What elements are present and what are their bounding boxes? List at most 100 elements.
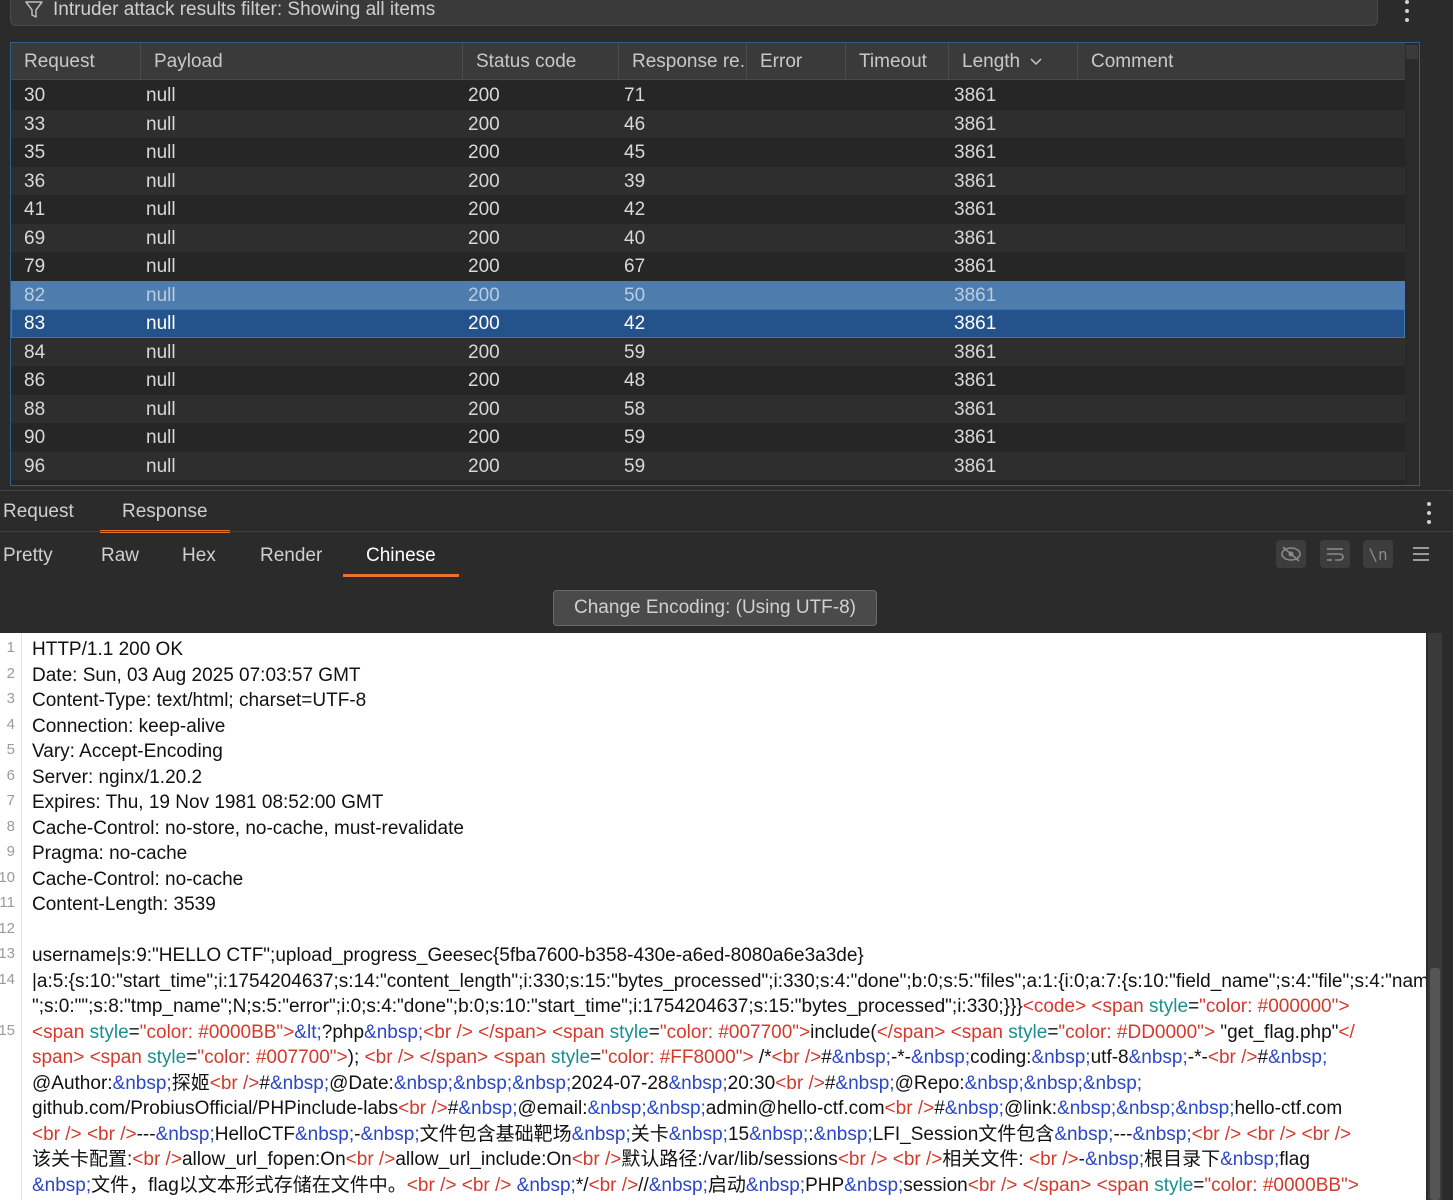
cell-response: 46	[624, 113, 646, 135]
split-divider[interactable]	[0, 490, 1453, 491]
menu-icon[interactable]	[1413, 547, 1429, 561]
cell-length: 3861	[954, 398, 997, 420]
html-attr-token: style	[147, 1047, 187, 1068]
html-attr-token: style	[609, 1021, 649, 1043]
response-editor[interactable]: 1 2 3 4 5 6 7 8 9 10 11 12 13 14 15 HTTP/1.1 200 OK Dat…	[0, 633, 1426, 1200]
table-row[interactable]: 88 null 200 58 3861	[11, 394, 1405, 423]
table-row[interactable]: 69 null 200 40 3861	[11, 223, 1405, 252]
cell-status: 200	[468, 199, 500, 220]
html-tag-token: <span	[1091, 996, 1149, 1017]
wrap-lines-icon[interactable]	[1320, 540, 1350, 568]
html-entity-token: &nbsp;	[32, 1174, 92, 1196]
cell-status: 200	[468, 427, 500, 448]
column-response-received[interactable]: Response re...	[619, 43, 747, 80]
html-value-token: "color: #007700"	[659, 1021, 800, 1043]
column-timeout[interactable]: Timeout	[846, 43, 949, 80]
column-payload[interactable]: Payload	[141, 43, 463, 80]
line-number: 11	[0, 894, 15, 911]
cell-response: 40	[624, 227, 646, 249]
html-entity-token: &nbsp;	[1054, 1123, 1114, 1145]
html-entity-token: &nbsp;	[745, 1174, 806, 1196]
tab-pretty[interactable]: Pretty	[3, 545, 53, 567]
table-row[interactable]: 35 null 200 45 3861	[11, 138, 1405, 167]
html-text-token: utf-8	[1090, 1047, 1129, 1068]
html-tag-token: <span	[89, 1047, 148, 1068]
cell-payload: null	[146, 341, 176, 363]
table-row[interactable]: 83 null 200 42 3861	[11, 309, 1405, 338]
html-tag-token: <br />	[1301, 1123, 1352, 1145]
panel-options-icon[interactable]	[1426, 502, 1432, 524]
hide-non-printable-icon[interactable]	[1276, 540, 1306, 568]
table-row[interactable]: 79 null 200 67 3861	[11, 252, 1405, 281]
table-row[interactable]: 33 null 200 46 3861	[11, 109, 1405, 138]
table-row[interactable]: 90 null 200 59 3861	[11, 423, 1405, 452]
results-table[interactable]: Request Payload Status code Response re.…	[10, 42, 1420, 486]
html-text-token: #	[824, 1072, 836, 1094]
html-text-token: 文件包含基础靶场	[419, 1123, 572, 1145]
column-error[interactable]: Error	[747, 43, 846, 80]
html-tag-token: >	[336, 1047, 348, 1068]
html-entity-token: &nbsp;	[844, 1174, 904, 1196]
html-text-token: //	[638, 1174, 649, 1196]
tab-chinese[interactable]: Chinese	[343, 545, 459, 577]
html-text-token: 启动	[707, 1174, 746, 1196]
html-text-token: /*	[753, 1047, 772, 1068]
table-row[interactable]: 36 null 200 39 3861	[11, 166, 1405, 195]
cell-request: 90	[24, 427, 46, 448]
cell-request: 41	[24, 199, 46, 220]
cell-status: 200	[468, 398, 500, 420]
html-tag-token: <span	[32, 1021, 90, 1043]
html-text-token: @Author:	[32, 1072, 113, 1094]
tab-response[interactable]: Response	[100, 501, 230, 533]
line-number: 1	[6, 639, 15, 656]
column-comment[interactable]: Comment	[1078, 43, 1405, 80]
html-text-token: 15	[727, 1123, 750, 1145]
html-entity-token: &nbsp;	[668, 1072, 728, 1094]
html-tag-token: <br />	[1191, 1123, 1242, 1145]
table-row[interactable]: 84 null 200 59 3861	[11, 337, 1405, 366]
column-length[interactable]: Length	[949, 43, 1078, 80]
tab-render[interactable]: Render	[260, 545, 322, 567]
html-text-token: 该关卡配置:	[32, 1149, 133, 1170]
cell-payload: null	[146, 284, 176, 306]
more-options-icon[interactable]	[1404, 0, 1410, 22]
cell-request: 69	[24, 227, 46, 249]
tab-hex[interactable]: Hex	[182, 545, 216, 567]
html-entity-token: &nbsp;	[571, 1123, 631, 1145]
response-line: Cache-Control: no-store, no-cache, must-…	[32, 817, 464, 839]
table-row[interactable]: 96 null 200 59 3861	[11, 451, 1405, 480]
html-entity-token: &nbsp;	[1132, 1123, 1192, 1145]
funnel-icon	[25, 1, 43, 18]
table-row[interactable]: 86 null 200 48 3861	[11, 366, 1405, 395]
response-line: ";s:0:"";s:8:"tmp_name";N;s:5:"error";i:…	[32, 994, 1349, 1020]
column-request[interactable]: Request	[11, 43, 141, 80]
html-entity-token: &nbsp;	[112, 1072, 172, 1094]
table-body: 30 null 200 71 3861 33 null 200 46 3861 35 null 200 4…	[11, 81, 1405, 480]
html-entity-token: &nbsp;	[648, 1174, 708, 1196]
cell-payload: null	[146, 256, 176, 277]
table-row[interactable]: 82 null 200 50 3861	[11, 280, 1405, 309]
tab-raw[interactable]: Raw	[101, 545, 139, 567]
cell-response: 59	[624, 341, 646, 363]
show-newlines-icon[interactable]: \n	[1363, 540, 1393, 568]
cell-response: 67	[624, 256, 646, 277]
cell-payload: null	[146, 398, 176, 420]
column-length-label: Length	[962, 51, 1021, 72]
html-tag-token: <br />	[771, 1047, 822, 1068]
cell-length: 3861	[954, 341, 997, 363]
change-encoding-button[interactable]: Change Encoding: (Using UTF-8)	[553, 590, 877, 626]
line-number: 9	[6, 843, 15, 860]
table-row[interactable]: 30 null 200 71 3861	[11, 81, 1405, 110]
response-line: HTTP/1.1 200 OK	[32, 639, 184, 660]
html-text-token: 相关文件:	[942, 1149, 1029, 1170]
editor-scrollbar[interactable]	[1426, 633, 1453, 1200]
results-filter-bar[interactable]: Intruder attack results filter: Showing …	[10, 0, 1378, 26]
html-tag-token: <br />	[86, 1123, 137, 1145]
table-row[interactable]: 41 null 200 42 3861	[11, 195, 1405, 224]
table-scrollbar[interactable]	[1405, 43, 1419, 485]
html-tag-token: </span>	[1022, 1174, 1092, 1196]
cell-payload: null	[146, 142, 176, 163]
tab-request[interactable]: Request	[3, 501, 74, 523]
html-text-token: ?php	[321, 1021, 365, 1043]
column-status-code[interactable]: Status code	[463, 43, 619, 80]
